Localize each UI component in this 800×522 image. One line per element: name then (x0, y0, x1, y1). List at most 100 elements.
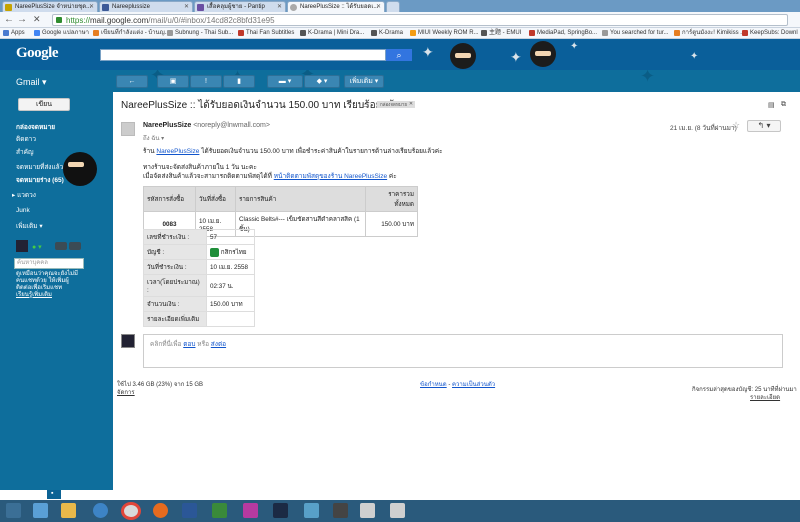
reply-button[interactable]: ↰ ▾ (747, 120, 781, 132)
sidebar-item-inbox[interactable]: กล่องจดหมาย (16, 122, 55, 132)
sidebar-item-important[interactable]: สำคัญ (16, 147, 34, 157)
tab-gmail-active[interactable]: NareePlusSize :: ได้รับยอดเ... ✕ (287, 1, 385, 12)
bookmark-thai-fan-subtitles[interactable]: Thai Fan Subtitles (238, 28, 294, 38)
table-row: บัญชี : กสิกรไทย (143, 244, 255, 260)
sidebar-item-more[interactable]: เพิ่มเติม ▾ (16, 221, 43, 231)
app-icon[interactable] (243, 503, 258, 518)
bookmark-mediapad[interactable]: MediaPad, SpringBo... (529, 28, 597, 38)
file-explorer-icon[interactable] (61, 503, 76, 518)
address-bar-row: ← → ✕ https://mail.google.com/mail/u/0/#… (0, 12, 800, 28)
bookmark-search-results[interactable]: You searched for tur... (602, 28, 668, 38)
url-field[interactable]: https://mail.google.com/mail/u/0/#inbox/… (52, 14, 788, 26)
app-icon[interactable] (304, 503, 319, 518)
app-icon[interactable] (33, 503, 48, 518)
email-subject: NareePlusSize :: ได้รับยอดเงินจำนวน 150.… (121, 100, 400, 111)
bookmark-icon (742, 30, 748, 36)
privacy-link[interactable]: ความเป็นส่วนตัว (452, 382, 495, 388)
inbox-label-chip[interactable]: กล่องจดหมาย ✕ (377, 101, 416, 108)
delete-button[interactable]: ▮ (223, 75, 255, 88)
forward-link[interactable]: ส่งต่อ (211, 341, 226, 348)
bookmark-emui[interactable]: 主题 - EMUI (481, 28, 521, 38)
labels-button[interactable]: ◆ ▾ (304, 75, 340, 88)
sender-name[interactable]: NareePlusSize (143, 122, 191, 129)
tab-nareeplussize-facebook[interactable]: Nareeplussize ✕ (99, 1, 193, 12)
table-cell: 10 เม.ย. 2558 (206, 259, 255, 275)
user-avatar[interactable] (16, 240, 28, 252)
archive-button[interactable]: ▣ (157, 75, 189, 88)
sidebar-item-junk[interactable]: Junk (16, 207, 30, 214)
manage-storage-link[interactable]: จัดการ (117, 387, 135, 397)
status-dot-icon[interactable]: ● ▾ (32, 243, 42, 251)
reply-box[interactable] (143, 334, 783, 368)
firefox-icon[interactable] (153, 503, 168, 518)
sidebar-item-sent[interactable]: จดหมายที่ส่งแล้ว (16, 162, 63, 172)
activity-details-link[interactable]: รายละเอียด (750, 392, 780, 402)
bookmark-writing[interactable]: เขียนที่กำลังแต่ง - บ้านญ... (93, 28, 170, 38)
sidebar-item-starred[interactable]: ติดดาว (16, 134, 36, 144)
shop-link[interactable]: NareePlusSize (156, 148, 199, 155)
kasikorn-bank-icon (210, 247, 219, 257)
app-icon[interactable] (390, 503, 405, 518)
photoshop-icon[interactable] (273, 503, 288, 518)
report-spam-button[interactable]: ! (190, 75, 222, 88)
app-icon[interactable] (212, 503, 227, 518)
print-icon[interactable]: ▤ (768, 101, 775, 109)
important-marker-icon[interactable]: ▭ (362, 101, 369, 109)
tracking-link[interactable]: หน้าติดตามพัสดุของร้าน NareePlusSize (274, 173, 387, 180)
app-icon[interactable] (360, 503, 375, 518)
video-call-icon[interactable] (69, 242, 81, 250)
chat-search-input[interactable]: ค้นหาบุคคล (14, 258, 84, 269)
bookmark-subnung[interactable]: Subnung - Thai Sub... (167, 28, 233, 38)
bookmark-google-translate[interactable]: Google แปลภาษา (34, 28, 89, 38)
table-cell: 57 (206, 229, 255, 245)
bookmarks-bar: Apps Google แปลภาษา เขียนที่กำลังแต่ง - … (0, 28, 800, 39)
bookmark-kimikiss[interactable]: การ์ตูนมังงะ! Kimikiss ... (674, 28, 745, 38)
new-tab-button[interactable] (386, 1, 400, 12)
stop-icon[interactable]: ✕ (33, 14, 41, 25)
close-tab-icon[interactable]: ✕ (184, 2, 189, 12)
search-button[interactable]: ⌕ (386, 49, 412, 61)
compose-button[interactable]: เขียน (18, 98, 70, 111)
bookmark-kdrama[interactable]: K-Drama (371, 28, 403, 38)
phone-icon[interactable] (55, 242, 67, 250)
reply-link[interactable]: ตอบ (183, 341, 195, 348)
close-tab-icon[interactable]: ✕ (277, 2, 282, 12)
close-tab-icon[interactable]: ✕ (376, 2, 381, 12)
app-icon[interactable] (333, 503, 348, 518)
forward-arrow-icon[interactable]: → (17, 14, 27, 25)
bookmark-miui[interactable]: MIUI Weekly ROM R... (410, 28, 479, 38)
url-path: /mail/u/0/#inbox/14cd82c8bfd31e95 (148, 16, 275, 25)
table-cell: กสิกรไทย (206, 244, 255, 260)
more-button[interactable]: เพิ่มเติม ▾ (344, 75, 384, 88)
favicon-icon (5, 4, 12, 11)
terms-link[interactable]: ข้อกำหนด (420, 382, 447, 388)
tab-pantip[interactable]: เสื้อคลุมผู้ชาย - Pantip ✕ (194, 1, 286, 12)
close-tab-icon[interactable]: ✕ (89, 2, 94, 12)
bookmark-keepsubs[interactable]: KeepSubs: Downl (742, 28, 798, 38)
table-cell: 02:37 น. (206, 274, 255, 297)
word-icon[interactable] (182, 503, 197, 518)
move-to-button[interactable]: ▬ ▾ (267, 75, 303, 88)
internet-explorer-icon[interactable] (93, 503, 108, 518)
chat-toggle-button[interactable]: ▪ (47, 490, 61, 499)
mail-search-input[interactable] (100, 49, 386, 61)
back-to-inbox-button[interactable]: ← (116, 75, 148, 88)
reply-hint: คลิกที่นี่เพื่อ ตอบ หรือ ส่งต่อ (150, 341, 227, 348)
bookmark-icon (371, 30, 377, 36)
bookmark-icon (674, 30, 680, 36)
gmail-menu[interactable]: Gmail ▾ (16, 77, 47, 88)
star-icon[interactable]: ☆ (732, 120, 740, 131)
bookmark-kdrama-mini[interactable]: K-Drama | Mini Dra... (300, 28, 364, 38)
remove-label-icon[interactable]: ✕ (409, 101, 413, 108)
back-arrow-icon[interactable]: ← (4, 14, 14, 25)
learn-more-link[interactable]: เรียนรู้เพิ่มเติม (16, 292, 86, 299)
chrome-icon[interactable] (121, 502, 141, 520)
recipient-line[interactable]: ถึง ฉัน ▾ (143, 133, 164, 143)
url-scheme: https:// (66, 16, 91, 25)
windows-start-icon[interactable] (6, 503, 21, 518)
sidebar-item-drafts[interactable]: จดหมายร่าง (65) (16, 175, 64, 185)
bookmark-apps[interactable]: Apps (3, 28, 25, 38)
tab-nareeplussize-shop[interactable]: NareePlusSize จำหน่ายชุด... ✕ (2, 1, 98, 12)
sidebar-item-circles[interactable]: ▸ แวดวง (12, 190, 36, 200)
new-window-icon[interactable]: ⧉ (781, 101, 786, 109)
